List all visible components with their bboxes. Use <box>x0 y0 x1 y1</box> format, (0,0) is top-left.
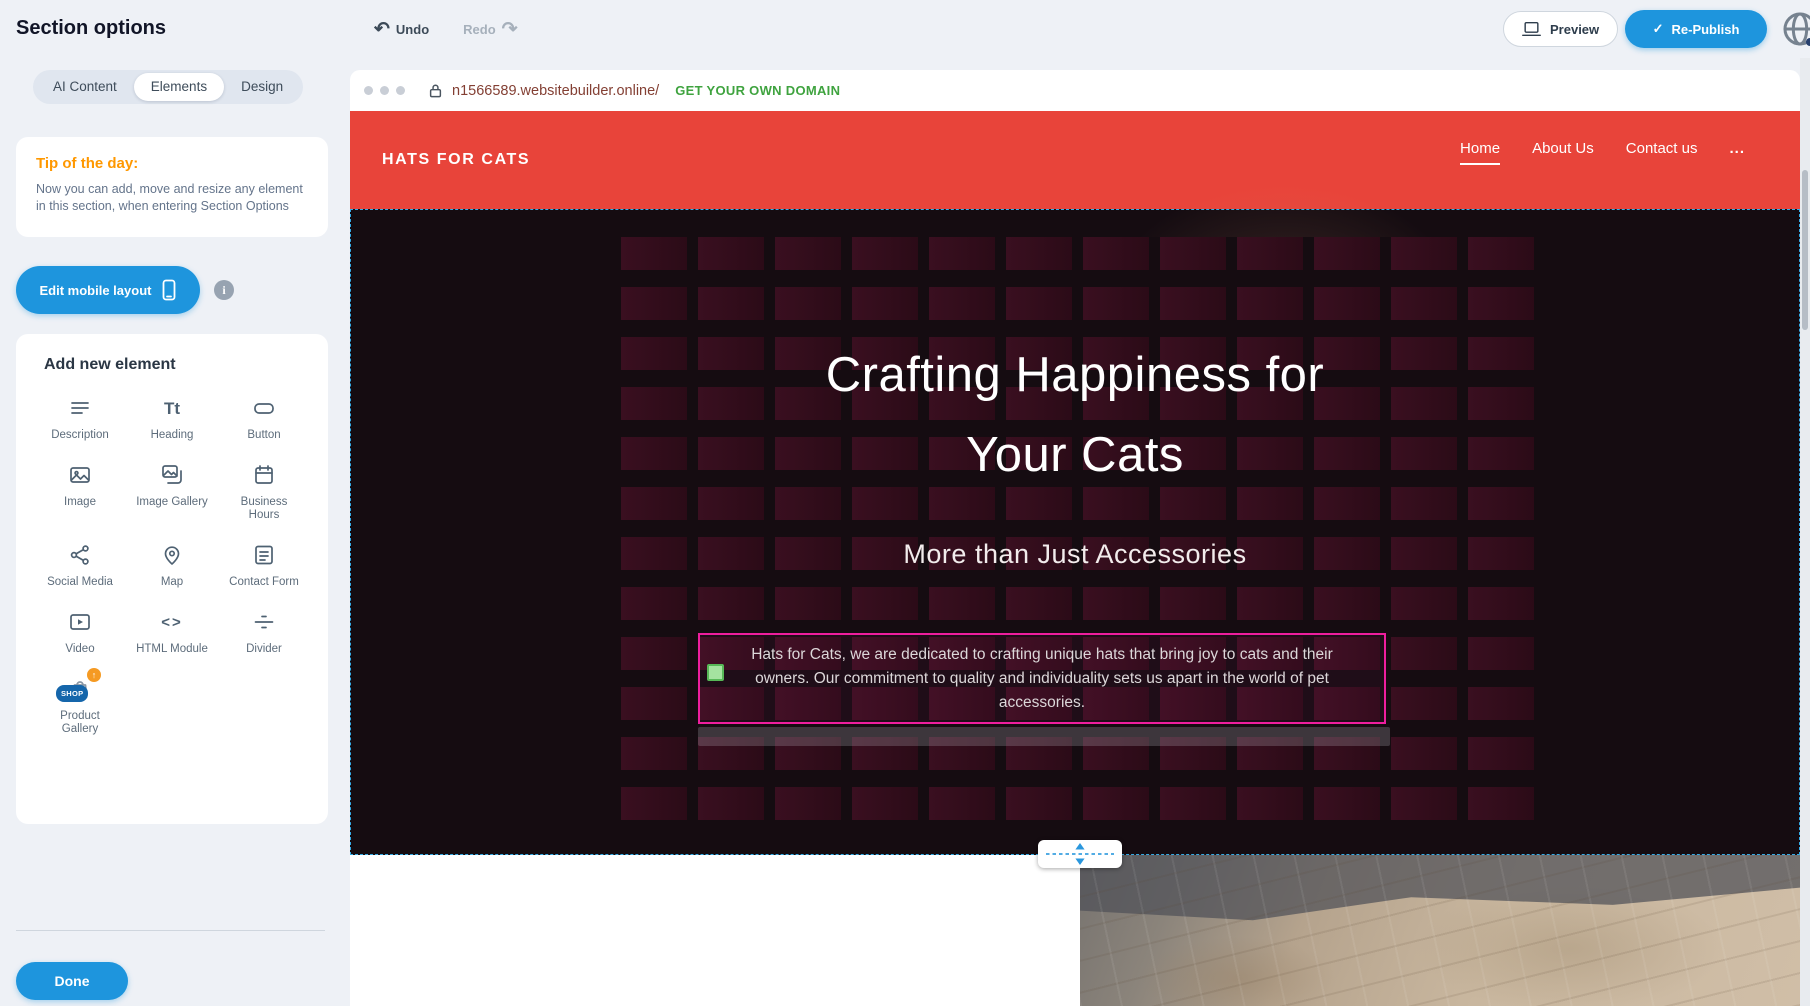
tip-title: Tip of the day: <box>36 155 308 172</box>
element-map[interactable]: Map <box>126 541 218 589</box>
site-header: HATS FOR CATS Home About Us Contact us .… <box>350 111 1800 209</box>
shop-badge: SHOP <box>56 685 88 702</box>
social-media-icon <box>66 541 94 569</box>
tab-elements[interactable]: Elements <box>134 73 224 101</box>
undo-icon: ↶ <box>374 20 390 39</box>
notification-dot <box>1806 38 1810 46</box>
sidebar-divider <box>16 930 325 931</box>
browser-bar: n1566589.websitebuilder.online/ GET YOUR… <box>350 70 1800 111</box>
selected-text-element[interactable]: Hats for Cats, we are dedicated to craft… <box>698 633 1386 724</box>
element-business-hours[interactable]: Business Hours <box>218 461 310 522</box>
preview-button[interactable]: Preview <box>1503 11 1618 47</box>
description-icon <box>66 394 94 422</box>
html-module-icon: <> <box>158 608 186 636</box>
element-image-gallery[interactable]: Image Gallery <box>126 461 218 522</box>
element-product-gallery[interactable]: SHOP ↑ Product Gallery <box>34 675 126 736</box>
element-divider[interactable]: Divider <box>218 608 310 656</box>
business-hours-icon <box>250 461 278 489</box>
element-image[interactable]: Image <box>34 461 126 522</box>
undo-button[interactable]: ↶ Undo <box>374 20 429 39</box>
site-logo[interactable]: HATS FOR CATS <box>382 151 530 169</box>
element-html-module[interactable]: <> HTML Module <box>126 608 218 656</box>
window-control-dots <box>364 86 405 95</box>
photo-texture <box>1080 855 1800 1006</box>
element-social-media[interactable]: Social Media <box>34 541 126 589</box>
undo-redo-group: ↶ Undo Redo ↷ <box>374 0 518 58</box>
button-icon <box>250 394 278 422</box>
hero-title[interactable]: Crafting Happiness for Your Cats <box>350 335 1800 495</box>
nav-contact-us[interactable]: Contact us <box>1626 140 1698 165</box>
vertical-scrollbar[interactable] <box>1800 58 1810 1006</box>
nav-about-us[interactable]: About Us <box>1532 140 1594 165</box>
undo-label: Undo <box>396 22 429 37</box>
element-heading[interactable]: Tt Heading <box>126 394 218 442</box>
info-icon[interactable]: i <box>214 280 234 300</box>
hero-description: Hats for Cats, we are dedicated to craft… <box>726 643 1358 715</box>
redo-button[interactable]: Redo ↷ <box>463 20 517 39</box>
republish-label: Re-Publish <box>1672 22 1740 37</box>
tip-body: Now you can add, move and resize any ele… <box>36 181 308 215</box>
done-button[interactable]: Done <box>16 962 128 1000</box>
lock-icon <box>429 83 442 98</box>
contact-form-icon <box>250 541 278 569</box>
scrollbar-thumb[interactable] <box>1802 170 1808 330</box>
phone-icon <box>162 279 176 301</box>
nav-home[interactable]: Home <box>1460 140 1500 165</box>
add-element-panel: Add new element Description Tt Heading B… <box>16 334 328 824</box>
pavement-photo <box>1080 855 1800 1006</box>
image-icon <box>66 461 94 489</box>
element-video[interactable]: Video <box>34 608 126 656</box>
page-title: Section options <box>16 17 166 40</box>
section-resize-handle[interactable] <box>1038 840 1122 868</box>
preview-icon <box>1522 21 1541 37</box>
element-grid: Description Tt Heading Button Image Imag… <box>34 394 310 736</box>
product-gallery-icon: SHOP ↑ <box>66 675 94 703</box>
map-pin-icon <box>158 541 186 569</box>
heading-icon: Tt <box>158 394 186 422</box>
edit-mobile-layout-button[interactable]: Edit mobile layout <box>16 266 200 314</box>
divider-icon <box>250 608 278 636</box>
republish-button[interactable]: ✓ Re-Publish <box>1625 10 1767 48</box>
next-section[interactable] <box>350 855 1800 1006</box>
get-domain-link[interactable]: GET YOUR OWN DOMAIN <box>675 83 840 98</box>
hero-subtitle[interactable]: More than Just Accessories <box>350 539 1800 570</box>
image-gallery-icon <box>158 461 186 489</box>
video-icon <box>66 608 94 636</box>
site-url[interactable]: n1566589.websitebuilder.online/ <box>452 83 659 99</box>
hero-section[interactable]: Crafting Happiness for Your Cats More th… <box>350 209 1800 855</box>
redo-icon: ↷ <box>502 20 518 39</box>
sidebar-tabs: AI Content Elements Design <box>33 70 303 104</box>
element-drag-handle[interactable] <box>707 664 724 681</box>
nav-more-menu[interactable]: ... <box>1729 140 1745 165</box>
site-nav: Home About Us Contact us ... <box>1460 140 1745 165</box>
check-icon: ✓ <box>1653 21 1664 37</box>
element-placeholder-bar <box>698 727 1390 746</box>
preview-label: Preview <box>1550 22 1599 37</box>
add-element-title: Add new element <box>34 356 310 374</box>
element-button[interactable]: Button <box>218 394 310 442</box>
tab-ai-content[interactable]: AI Content <box>36 73 134 101</box>
redo-label: Redo <box>463 22 496 37</box>
tab-design[interactable]: Design <box>224 73 300 101</box>
edit-mobile-label: Edit mobile layout <box>40 283 152 298</box>
element-contact-form[interactable]: Contact Form <box>218 541 310 589</box>
tip-of-the-day-card: Tip of the day: Now you can add, move an… <box>16 137 328 237</box>
shop-upgrade-icon: ↑ <box>87 668 101 682</box>
element-description[interactable]: Description <box>34 394 126 442</box>
